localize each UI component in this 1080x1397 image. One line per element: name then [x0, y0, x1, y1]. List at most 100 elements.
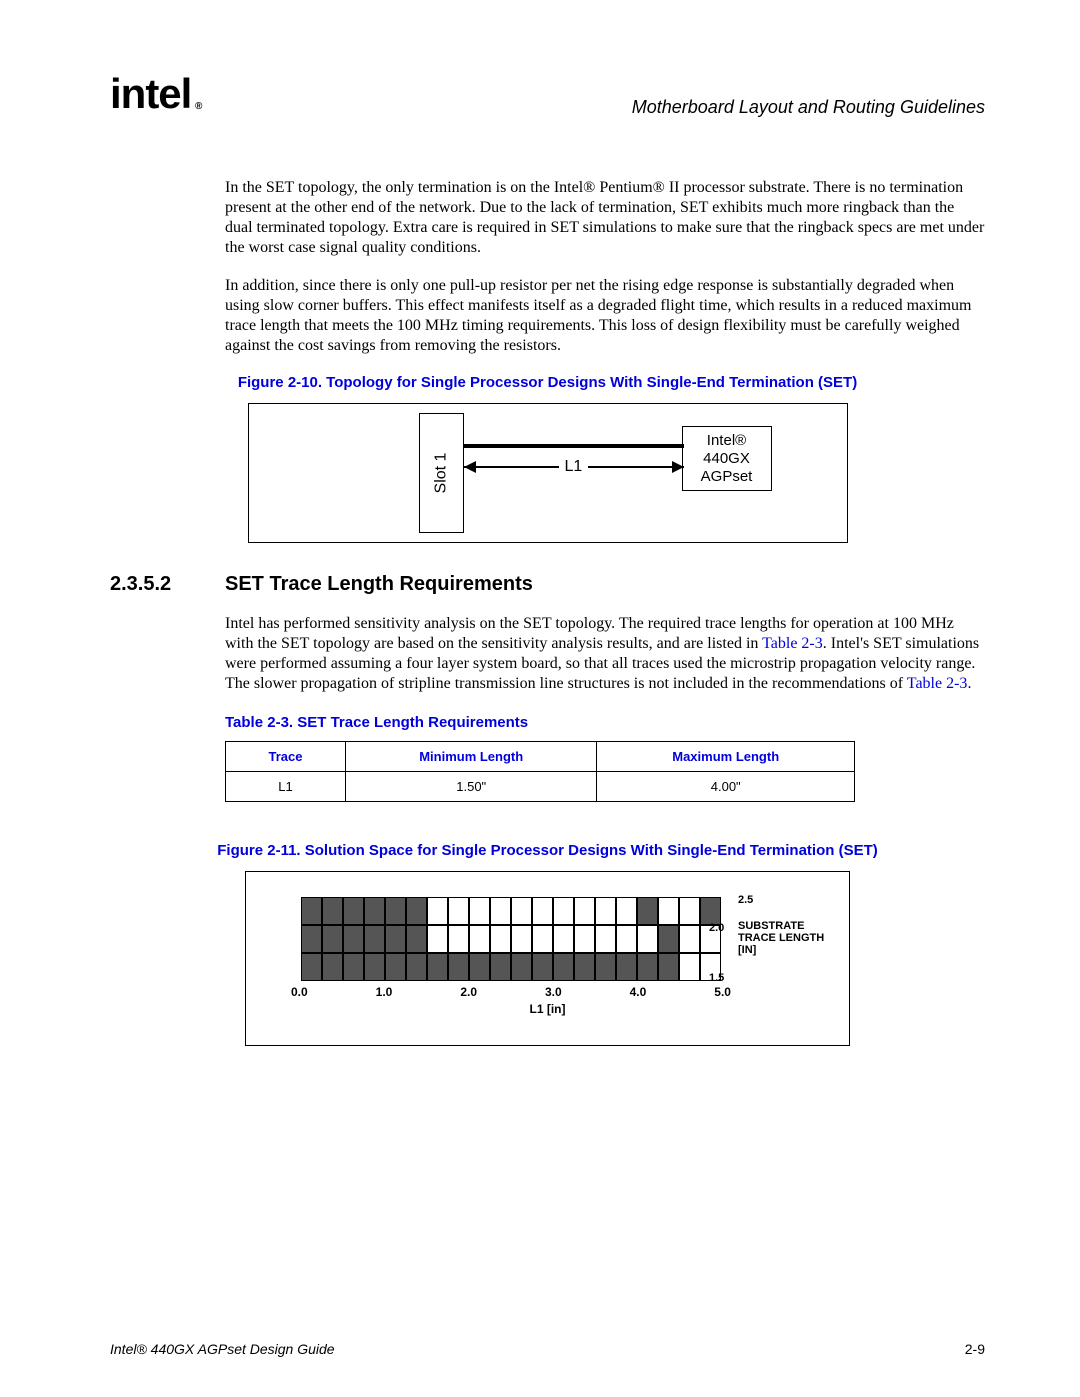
td-max: 4.00" [597, 772, 855, 802]
chip-line-3: AGPset [701, 468, 753, 486]
td-min: 1.50" [346, 772, 597, 802]
grid-cell [322, 897, 343, 925]
grid-cell [385, 897, 406, 925]
grid-cell [427, 925, 448, 953]
grid-cell [553, 953, 574, 981]
grid-cell [679, 897, 700, 925]
topology-diagram: Slot 1 L1 Intel® 440GX AGPset [248, 403, 848, 543]
grid-cell [469, 953, 490, 981]
y-tick-20: 2.0 [709, 922, 739, 934]
table-row: L1 1.50" 4.00" [226, 772, 855, 802]
paragraph-2: In addition, since there is only one pul… [225, 276, 985, 356]
grid-cell [553, 897, 574, 925]
x-tick-4: 4.0 [630, 985, 647, 999]
footer-left: Intel® 440GX AGPset Design Guide [110, 1341, 335, 1357]
grid-cell [595, 925, 616, 953]
grid-cell [658, 897, 679, 925]
heading-text: SET Trace Length Requirements [225, 573, 533, 596]
grid-cell [301, 925, 322, 953]
grid-cell [427, 897, 448, 925]
grid-cell [406, 953, 427, 981]
grid-cell [637, 953, 658, 981]
grid-cell [532, 897, 553, 925]
grid-cell [427, 953, 448, 981]
grid-cell [406, 897, 427, 925]
arrow-left-icon [464, 461, 476, 473]
y-tick-15: 1.5 [709, 972, 739, 984]
table-2-3-caption: Table 2-3. SET Trace Length Requirements [225, 714, 985, 731]
grid-cell [532, 953, 553, 981]
grid-cell [301, 953, 322, 981]
grid-cell [595, 897, 616, 925]
grid-cell [658, 925, 679, 953]
grid-cell [469, 925, 490, 953]
grid-cell [553, 925, 574, 953]
paragraph-3: Intel has performed sensitivity analysis… [225, 614, 985, 694]
slot-1-label: Slot 1 [432, 453, 450, 494]
x-tick-5: 5.0 [714, 985, 731, 999]
grid-cell [490, 925, 511, 953]
grid-cell [364, 953, 385, 981]
grid-cell [616, 925, 637, 953]
grid-cell [385, 925, 406, 953]
table-2-3-link[interactable]: Table 2-3 [762, 635, 823, 652]
x-tick-3: 3.0 [545, 985, 562, 999]
heading-number: 2.3.5.2 [110, 573, 225, 596]
grid-cell [637, 897, 658, 925]
trace-length-table: Trace Minimum Length Maximum Length L1 1… [225, 741, 855, 802]
grid-cell [490, 897, 511, 925]
grid-cell [343, 953, 364, 981]
th-trace: Trace [226, 742, 346, 772]
grid-cell [658, 953, 679, 981]
paragraph-1: In the SET topology, the only terminatio… [225, 178, 985, 258]
grid-cell [637, 925, 658, 953]
trace-line-thick [464, 444, 684, 448]
grid-cell [322, 953, 343, 981]
agpset-box: Intel® 440GX AGPset [682, 426, 772, 491]
grid-cell [343, 925, 364, 953]
x-tick-2: 2.0 [460, 985, 477, 999]
grid-cell [616, 953, 637, 981]
grid-cell [406, 925, 427, 953]
x-tick-0: 0.0 [291, 985, 308, 999]
grid-cell [385, 953, 406, 981]
grid-cell [616, 897, 637, 925]
td-trace: L1 [226, 772, 346, 802]
y-tick-25: 2.5 [738, 894, 843, 906]
grid-cell [532, 925, 553, 953]
grid-cell [574, 925, 595, 953]
chart-grid [301, 897, 721, 981]
grid-cell [595, 953, 616, 981]
table-2-3-link-2[interactable]: Table 2-3 [907, 675, 968, 692]
grid-cell [574, 897, 595, 925]
intel-logo: intel® [110, 70, 191, 118]
grid-cell [679, 925, 700, 953]
grid-cell [679, 953, 700, 981]
th-max: Maximum Length [597, 742, 855, 772]
grid-cell [511, 953, 532, 981]
l1-label: L1 [559, 458, 589, 476]
footer-page-number: 2-9 [965, 1341, 985, 1357]
section-heading: 2.3.5.2 SET Trace Length Requirements [110, 573, 985, 596]
page-header: intel® Motherboard Layout and Routing Gu… [110, 70, 985, 118]
grid-cell [448, 953, 469, 981]
grid-cell [700, 897, 721, 925]
x-tick-1: 1.0 [376, 985, 393, 999]
grid-cell [448, 925, 469, 953]
chip-line-1: Intel® [707, 432, 746, 450]
section-title: Motherboard Layout and Routing Guideline… [632, 97, 985, 118]
page-footer: Intel® 440GX AGPset Design Guide 2-9 [110, 1341, 985, 1357]
grid-cell [574, 953, 595, 981]
grid-cell [322, 925, 343, 953]
chip-line-2: 440GX [703, 450, 750, 468]
grid-cell [511, 925, 532, 953]
figure-2-11-caption: Figure 2-11. Solution Space for Single P… [110, 842, 985, 859]
grid-cell [301, 897, 322, 925]
th-min: Minimum Length [346, 742, 597, 772]
solution-space-chart: 2.5 SUBSTRATE TRACE LENGTH [IN] 2.0 1.5 … [245, 871, 850, 1046]
grid-cell [364, 925, 385, 953]
grid-cell [364, 897, 385, 925]
grid-cell [343, 897, 364, 925]
table-header-row: Trace Minimum Length Maximum Length [226, 742, 855, 772]
x-axis-ticks: 0.0 1.0 2.0 3.0 4.0 5.0 [291, 985, 731, 999]
